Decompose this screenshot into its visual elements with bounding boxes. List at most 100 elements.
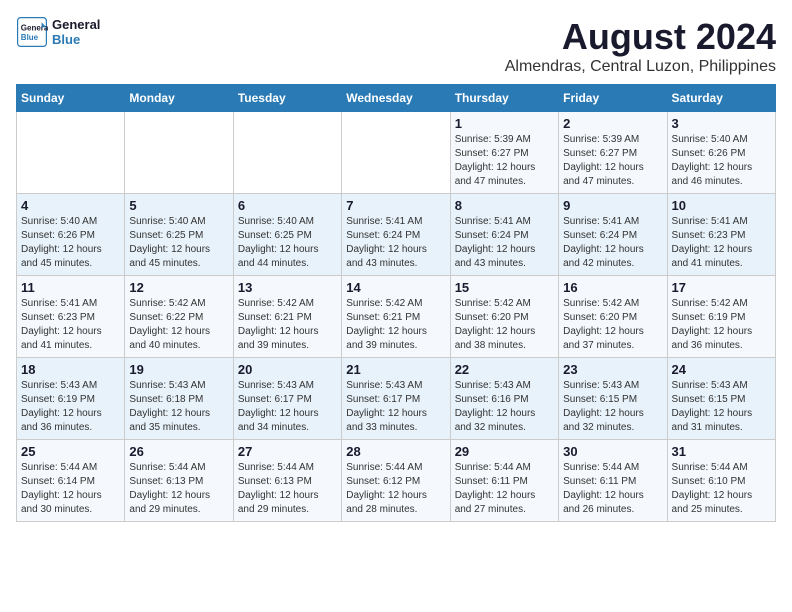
calendar-cell: 3Sunrise: 5:40 AM Sunset: 6:26 PM Daylig… bbox=[667, 112, 775, 194]
day-info: Sunrise: 5:39 AM Sunset: 6:27 PM Dayligh… bbox=[455, 133, 554, 189]
calendar-cell: 28Sunrise: 5:44 AM Sunset: 6:12 PM Dayli… bbox=[342, 440, 450, 522]
day-number: 24 bbox=[672, 362, 771, 377]
day-info: Sunrise: 5:40 AM Sunset: 6:25 PM Dayligh… bbox=[129, 215, 228, 271]
title-area: August 2024 Almendras, Central Luzon, Ph… bbox=[505, 16, 776, 76]
calendar-cell: 8 Sunrise: 5:41 AM Sunset: 6:24 PM Daylig… bbox=[450, 194, 558, 276]
calendar-week-3: 11 Sunrise: 5:41 AM Sunset: 6:23 PM Dayli… bbox=[17, 276, 776, 358]
calendar-cell: 15 Sunrise: 5:42 AM Sunset: 6:20 PM Dayli… bbox=[450, 276, 558, 358]
calendar-week-4: 18 Sunrise: 5:43 AM Sunset: 6:19 PM Dayli… bbox=[17, 358, 776, 440]
day-info: Sunrise: 5:44 AM Sunset: 6:13 PM Dayligh… bbox=[238, 461, 337, 517]
calendar-cell: 4Sunrise: 5:40 AM Sunset: 6:26 PM Daylig… bbox=[17, 194, 125, 276]
weekday-header-saturday: Saturday bbox=[667, 85, 775, 112]
day-number: 18 bbox=[21, 362, 120, 377]
day-number: 23 bbox=[563, 362, 662, 377]
day-info: Sunrise: 5:41 AM Sunset: 6:24 PM Dayligh… bbox=[455, 215, 554, 271]
day-number: 14 bbox=[346, 280, 445, 295]
calendar-cell: 29Sunrise: 5:44 AM Sunset: 6:11 PM Dayli… bbox=[450, 440, 558, 522]
day-info: Sunrise: 5:42 AM Sunset: 6:22 PM Dayligh… bbox=[129, 297, 228, 353]
calendar-cell bbox=[233, 112, 341, 194]
day-number: 20 bbox=[238, 362, 337, 377]
calendar-table: SundayMondayTuesdayWednesdayThursdayFrid… bbox=[16, 84, 776, 522]
day-number: 9 bbox=[563, 198, 662, 213]
day-info: Sunrise: 5:42 AM Sunset: 6:19 PM Dayligh… bbox=[672, 297, 771, 353]
calendar-cell: 27 Sunrise: 5:44 AM Sunset: 6:13 PM Dayli… bbox=[233, 440, 341, 522]
logo-blue: Blue bbox=[52, 32, 100, 47]
day-info: Sunrise: 5:43 AM Sunset: 6:19 PM Dayligh… bbox=[21, 379, 120, 435]
day-info: Sunrise: 5:43 AM Sunset: 6:15 PM Dayligh… bbox=[672, 379, 771, 435]
day-number: 27 bbox=[238, 444, 337, 459]
calendar-cell: 20 Sunrise: 5:43 AM Sunset: 6:17 PM Dayli… bbox=[233, 358, 341, 440]
day-info: Sunrise: 5:43 AM Sunset: 6:16 PM Dayligh… bbox=[455, 379, 554, 435]
weekday-header-tuesday: Tuesday bbox=[233, 85, 341, 112]
day-info: Sunrise: 5:40 AM Sunset: 6:25 PM Dayligh… bbox=[238, 215, 337, 271]
day-info: Sunrise: 5:41 AM Sunset: 6:23 PM Dayligh… bbox=[21, 297, 120, 353]
day-number: 19 bbox=[129, 362, 228, 377]
day-info: Sunrise: 5:42 AM Sunset: 6:21 PM Dayligh… bbox=[238, 297, 337, 353]
weekday-header-monday: Monday bbox=[125, 85, 233, 112]
calendar-cell bbox=[342, 112, 450, 194]
day-number: 25 bbox=[21, 444, 120, 459]
logo-icon: General Blue bbox=[16, 16, 48, 48]
day-number: 3 bbox=[672, 116, 771, 131]
calendar-cell: 30Sunrise: 5:44 AM Sunset: 6:11 PM Dayli… bbox=[559, 440, 667, 522]
day-number: 15 bbox=[455, 280, 554, 295]
weekday-header-wednesday: Wednesday bbox=[342, 85, 450, 112]
header: General Blue General Blue August 2024 Al… bbox=[16, 16, 776, 76]
calendar-cell: 22 Sunrise: 5:43 AM Sunset: 6:16 PM Dayli… bbox=[450, 358, 558, 440]
day-number: 11 bbox=[21, 280, 120, 295]
calendar-cell: 21Sunrise: 5:43 AM Sunset: 6:17 PM Dayli… bbox=[342, 358, 450, 440]
weekday-header-friday: Friday bbox=[559, 85, 667, 112]
calendar-cell: 1 Sunrise: 5:39 AM Sunset: 6:27 PM Daylig… bbox=[450, 112, 558, 194]
day-info: Sunrise: 5:44 AM Sunset: 6:11 PM Dayligh… bbox=[563, 461, 662, 517]
day-number: 5 bbox=[129, 198, 228, 213]
day-number: 6 bbox=[238, 198, 337, 213]
svg-text:Blue: Blue bbox=[21, 33, 39, 42]
weekday-header-row: SundayMondayTuesdayWednesdayThursdayFrid… bbox=[17, 85, 776, 112]
calendar-cell: 6 Sunrise: 5:40 AM Sunset: 6:25 PM Daylig… bbox=[233, 194, 341, 276]
subtitle: Almendras, Central Luzon, Philippines bbox=[505, 58, 776, 76]
calendar-cell: 2 Sunrise: 5:39 AM Sunset: 6:27 PM Daylig… bbox=[559, 112, 667, 194]
calendar-cell bbox=[17, 112, 125, 194]
calendar-cell: 17 Sunrise: 5:42 AM Sunset: 6:19 PM Dayli… bbox=[667, 276, 775, 358]
day-number: 1 bbox=[455, 116, 554, 131]
day-info: Sunrise: 5:41 AM Sunset: 6:23 PM Dayligh… bbox=[672, 215, 771, 271]
calendar-cell: 10 Sunrise: 5:41 AM Sunset: 6:23 PM Dayli… bbox=[667, 194, 775, 276]
calendar-cell: 31 Sunrise: 5:44 AM Sunset: 6:10 PM Dayli… bbox=[667, 440, 775, 522]
calendar-cell bbox=[125, 112, 233, 194]
day-number: 16 bbox=[563, 280, 662, 295]
calendar-week-1: 1 Sunrise: 5:39 AM Sunset: 6:27 PM Daylig… bbox=[17, 112, 776, 194]
day-number: 10 bbox=[672, 198, 771, 213]
day-number: 29 bbox=[455, 444, 554, 459]
day-info: Sunrise: 5:44 AM Sunset: 6:14 PM Dayligh… bbox=[21, 461, 120, 517]
day-info: Sunrise: 5:39 AM Sunset: 6:27 PM Dayligh… bbox=[563, 133, 662, 189]
day-info: Sunrise: 5:41 AM Sunset: 6:24 PM Dayligh… bbox=[346, 215, 445, 271]
day-number: 8 bbox=[455, 198, 554, 213]
day-info: Sunrise: 5:43 AM Sunset: 6:17 PM Dayligh… bbox=[238, 379, 337, 435]
day-number: 26 bbox=[129, 444, 228, 459]
weekday-header-thursday: Thursday bbox=[450, 85, 558, 112]
day-number: 7 bbox=[346, 198, 445, 213]
calendar-cell: 7 Sunrise: 5:41 AM Sunset: 6:24 PM Daylig… bbox=[342, 194, 450, 276]
day-number: 31 bbox=[672, 444, 771, 459]
day-info: Sunrise: 5:42 AM Sunset: 6:20 PM Dayligh… bbox=[455, 297, 554, 353]
logo: General Blue General Blue bbox=[16, 16, 100, 48]
day-number: 2 bbox=[563, 116, 662, 131]
calendar-cell: 14Sunrise: 5:42 AM Sunset: 6:21 PM Dayli… bbox=[342, 276, 450, 358]
calendar-cell: 11 Sunrise: 5:41 AM Sunset: 6:23 PM Dayli… bbox=[17, 276, 125, 358]
calendar-cell: 26 Sunrise: 5:44 AM Sunset: 6:13 PM Dayli… bbox=[125, 440, 233, 522]
day-info: Sunrise: 5:40 AM Sunset: 6:26 PM Dayligh… bbox=[21, 215, 120, 271]
day-number: 17 bbox=[672, 280, 771, 295]
calendar-cell: 23Sunrise: 5:43 AM Sunset: 6:15 PM Dayli… bbox=[559, 358, 667, 440]
day-info: Sunrise: 5:42 AM Sunset: 6:20 PM Dayligh… bbox=[563, 297, 662, 353]
day-info: Sunrise: 5:43 AM Sunset: 6:17 PM Dayligh… bbox=[346, 379, 445, 435]
day-number: 28 bbox=[346, 444, 445, 459]
calendar-cell: 24 Sunrise: 5:43 AM Sunset: 6:15 PM Dayli… bbox=[667, 358, 775, 440]
main-title: August 2024 bbox=[505, 16, 776, 58]
day-info: Sunrise: 5:44 AM Sunset: 6:10 PM Dayligh… bbox=[672, 461, 771, 517]
day-info: Sunrise: 5:44 AM Sunset: 6:13 PM Dayligh… bbox=[129, 461, 228, 517]
calendar-cell: 18 Sunrise: 5:43 AM Sunset: 6:19 PM Dayli… bbox=[17, 358, 125, 440]
day-number: 22 bbox=[455, 362, 554, 377]
calendar-cell: 5 Sunrise: 5:40 AM Sunset: 6:25 PM Daylig… bbox=[125, 194, 233, 276]
day-number: 12 bbox=[129, 280, 228, 295]
calendar-cell: 12 Sunrise: 5:42 AM Sunset: 6:22 PM Dayli… bbox=[125, 276, 233, 358]
